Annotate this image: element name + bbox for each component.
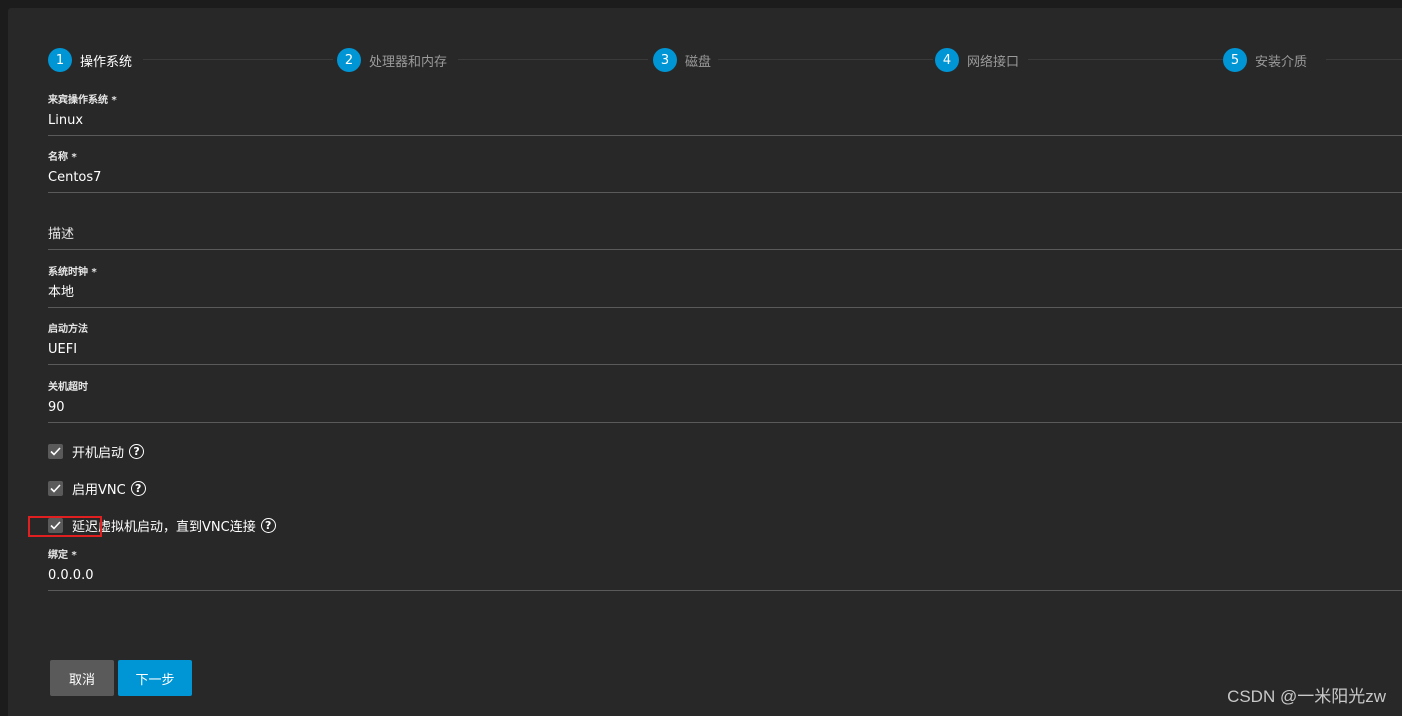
step-number: 2 bbox=[337, 48, 361, 72]
step-connector bbox=[1326, 59, 1402, 60]
description-field[interactable]: 描述 bbox=[48, 208, 1402, 250]
boot-method-select[interactable]: 启动方法 UEFI bbox=[48, 323, 1402, 365]
shutdown-timeout-value: 90 bbox=[48, 400, 65, 415]
help-icon[interactable]: ? bbox=[260, 517, 276, 533]
step-cpu-memory[interactable]: 2 处理器和内存 bbox=[337, 46, 447, 74]
wizard-stepper: 1 操作系统 2 处理器和内存 3 磁盘 4 网络接口 5 安装介质 bbox=[8, 46, 1402, 74]
enable-vnc-label: 启用VNC bbox=[72, 482, 126, 498]
help-icon[interactable]: ? bbox=[129, 443, 145, 459]
step-connector bbox=[143, 59, 333, 60]
checkmark-icon bbox=[50, 520, 61, 530]
step-number: 5 bbox=[1223, 48, 1247, 72]
name-label: 名称 * bbox=[48, 152, 77, 163]
autostart-checkbox[interactable] bbox=[48, 443, 63, 459]
step-connector bbox=[1028, 59, 1223, 60]
step-label: 安装介质 bbox=[1255, 54, 1308, 70]
autostart-option: 开机启动 ? bbox=[48, 441, 145, 461]
name-value: Centos7 bbox=[48, 170, 102, 185]
step-disk[interactable]: 3 磁盘 bbox=[653, 46, 711, 74]
watermark: CSDN @一米阳光zw bbox=[1227, 687, 1386, 706]
description-placeholder: 描述 bbox=[48, 227, 75, 242]
step-os[interactable]: 1 操作系统 bbox=[48, 46, 132, 74]
delay-vm-boot-checkbox[interactable] bbox=[48, 517, 63, 533]
boot-method-label: 启动方法 bbox=[48, 324, 88, 335]
description-label bbox=[48, 208, 1402, 222]
cancel-button[interactable]: 取消 bbox=[50, 660, 114, 696]
step-network[interactable]: 4 网络接口 bbox=[935, 46, 1019, 74]
bind-select[interactable]: 绑定 * 0.0.0.0 bbox=[48, 549, 1402, 591]
system-clock-value: 本地 bbox=[48, 285, 75, 300]
delay-vm-boot-option: 延迟虚拟机启动，直到VNC连接 ? bbox=[48, 515, 276, 535]
next-button[interactable]: 下一步 bbox=[118, 660, 192, 696]
guest-os-value: Linux bbox=[48, 113, 84, 128]
shutdown-timeout-field[interactable]: 关机超时 90 bbox=[48, 381, 1402, 423]
step-number: 4 bbox=[935, 48, 959, 72]
vm-wizard-panel: 1 操作系统 2 处理器和内存 3 磁盘 4 网络接口 5 安装介质 来宾操作系… bbox=[8, 8, 1402, 716]
delay-vm-boot-label: 延迟虚拟机启动，直到VNC连接 bbox=[72, 519, 256, 535]
checkmark-icon bbox=[50, 446, 61, 456]
guest-os-label: 来宾操作系统 * bbox=[48, 95, 117, 106]
help-icon[interactable]: ? bbox=[130, 480, 146, 496]
shutdown-timeout-label: 关机超时 bbox=[48, 382, 88, 393]
name-field[interactable]: 名称 * Centos7 bbox=[48, 151, 1402, 193]
checkmark-icon bbox=[50, 483, 61, 493]
enable-vnc-checkbox[interactable] bbox=[48, 480, 63, 496]
step-label: 处理器和内存 bbox=[369, 54, 448, 70]
step-connector bbox=[718, 59, 933, 60]
step-label: 操作系统 bbox=[80, 54, 133, 70]
enable-vnc-option: 启用VNC ? bbox=[48, 478, 146, 498]
step-label: 磁盘 bbox=[685, 54, 712, 70]
system-clock-label: 系统时钟 * bbox=[48, 267, 97, 278]
step-number: 3 bbox=[653, 48, 677, 72]
step-label: 网络接口 bbox=[967, 54, 1020, 70]
step-install-media[interactable]: 5 安装介质 bbox=[1223, 46, 1307, 74]
step-number: 1 bbox=[48, 48, 72, 72]
boot-method-value: UEFI bbox=[48, 342, 78, 357]
bind-label: 绑定 * bbox=[48, 550, 77, 561]
autostart-label: 开机启动 bbox=[72, 445, 125, 461]
step-connector bbox=[458, 59, 648, 60]
system-clock-select[interactable]: 系统时钟 * 本地 bbox=[48, 266, 1402, 308]
bind-value: 0.0.0.0 bbox=[48, 568, 94, 583]
guest-os-select[interactable]: 来宾操作系统 * Linux bbox=[48, 94, 1402, 136]
